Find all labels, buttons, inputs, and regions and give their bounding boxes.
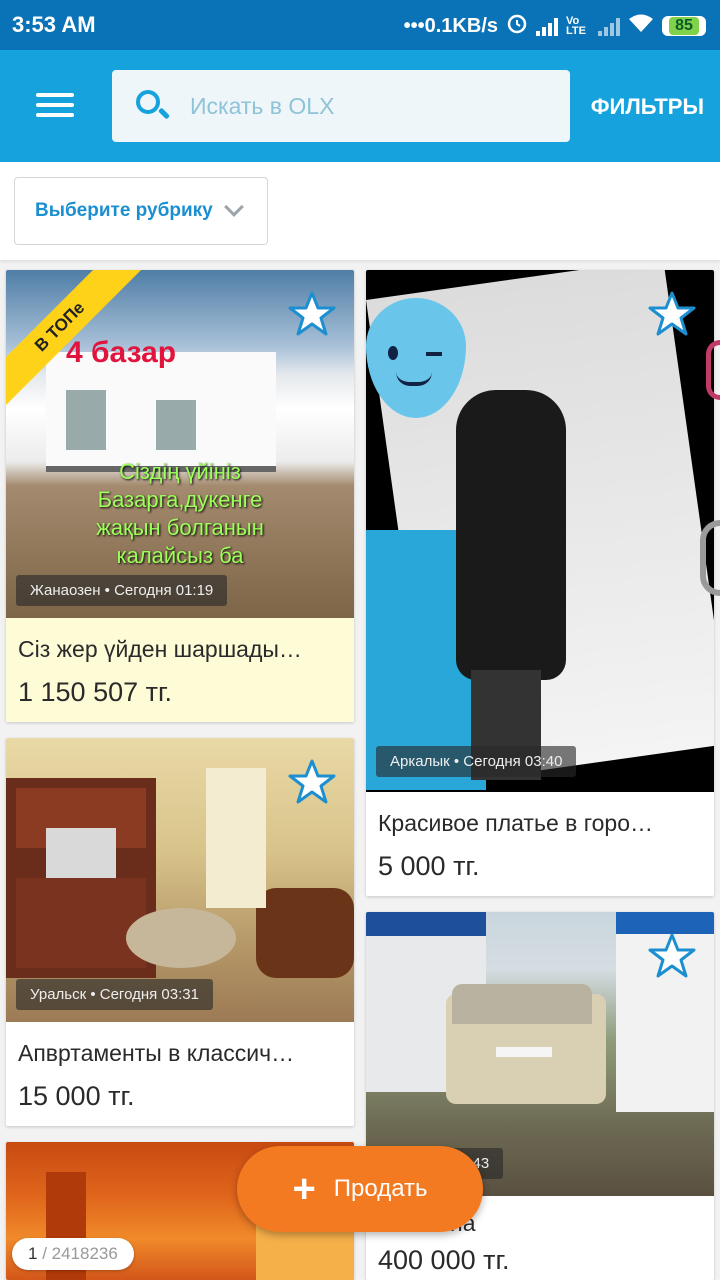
signal-icon [536, 16, 558, 36]
net-speed: •••0.1KB/s [403, 14, 498, 37]
listing-info-1: Сіз жер үйден шаршады… 1 150 507 тг. [6, 618, 354, 722]
favorite-star-icon[interactable] [288, 290, 336, 338]
status-icons: •••0.1KB/s Vo LTE 85 [404, 12, 706, 40]
search-icon [134, 88, 171, 124]
listing-location: Уральск • Сегодня 03:31 [16, 979, 213, 1010]
listing-card-3[interactable]: Уральск • Сегодня 03:31 Апвртаменты в кл… [6, 738, 354, 1126]
favorite-star-icon[interactable] [288, 758, 336, 806]
plus-icon: + [292, 1167, 316, 1211]
favorite-star-icon[interactable] [648, 932, 696, 980]
page-counter: 1 / 2418236 [12, 1238, 134, 1270]
sell-button[interactable]: + Продать [237, 1146, 483, 1232]
listing-info-2: Красивое платье в горо… 5 000 тг. [366, 792, 714, 896]
edge-handle [706, 340, 720, 400]
listing-title: Сіз жер үйден шаршады… [18, 636, 302, 662]
listing-price: 1 150 507 тг. [18, 677, 173, 707]
menu-icon[interactable] [32, 88, 80, 124]
category-label: Выберите рубрику [35, 200, 213, 221]
listing-title: Красивое платье в горо… [378, 810, 653, 836]
listing-info-3: Апвртаменты в классич… 15 000 тг. [6, 1022, 354, 1126]
lte-label: Vo LTE [566, 15, 586, 37]
filters-button[interactable]: ФИЛЬТРЫ [591, 94, 704, 120]
category-bar: Выберите рубрику [0, 162, 720, 260]
clock: 3:53 AM [12, 12, 96, 37]
page-total: / 2418236 [42, 1244, 118, 1263]
status-bar: 3:53 AM •••0.1KB/s Vo LTE 85 [0, 0, 720, 50]
listing-image-2: Аркалык • Сегодня 03:40 [366, 270, 714, 792]
app-bar: ФИЛЬТРЫ [0, 50, 720, 162]
listing-location: Аркалык • Сегодня 03:40 [376, 746, 577, 777]
image-caption-title: 4 базар [66, 336, 177, 369]
page-current: 1 [28, 1244, 38, 1263]
listing-price: 5 000 тг. [378, 851, 480, 881]
search-box[interactable] [112, 70, 570, 142]
alarm-icon [506, 12, 528, 40]
wifi-icon [628, 13, 654, 39]
favorite-star-icon[interactable] [648, 290, 696, 338]
signal-icon-2 [598, 16, 620, 36]
battery-indicator: 85 [662, 16, 706, 36]
listing-location: Жанаозен • Сегодня 01:19 [16, 575, 228, 606]
listing-card-1[interactable]: 4 базар Сіздің үйініз Базарга,дукенге жа… [6, 270, 354, 722]
listing-title: Апвртаменты в классич… [18, 1040, 295, 1066]
chevron-down-icon [223, 197, 244, 217]
image-caption-text: Сіздің үйініз Базарга,дукенге жақын болг… [96, 459, 264, 568]
sell-button-label: Продать [333, 1175, 428, 1202]
listing-price: 400 000 тг. [378, 1245, 510, 1275]
search-input[interactable] [190, 92, 550, 120]
battery-level: 85 [669, 17, 699, 35]
listing-price: 15 000 тг. [18, 1081, 135, 1111]
category-select[interactable]: Выберите рубрику [14, 177, 268, 245]
listing-card-2[interactable]: Аркалык • Сегодня 03:40 Красивое платье … [366, 270, 714, 896]
edge-handle [700, 520, 720, 596]
